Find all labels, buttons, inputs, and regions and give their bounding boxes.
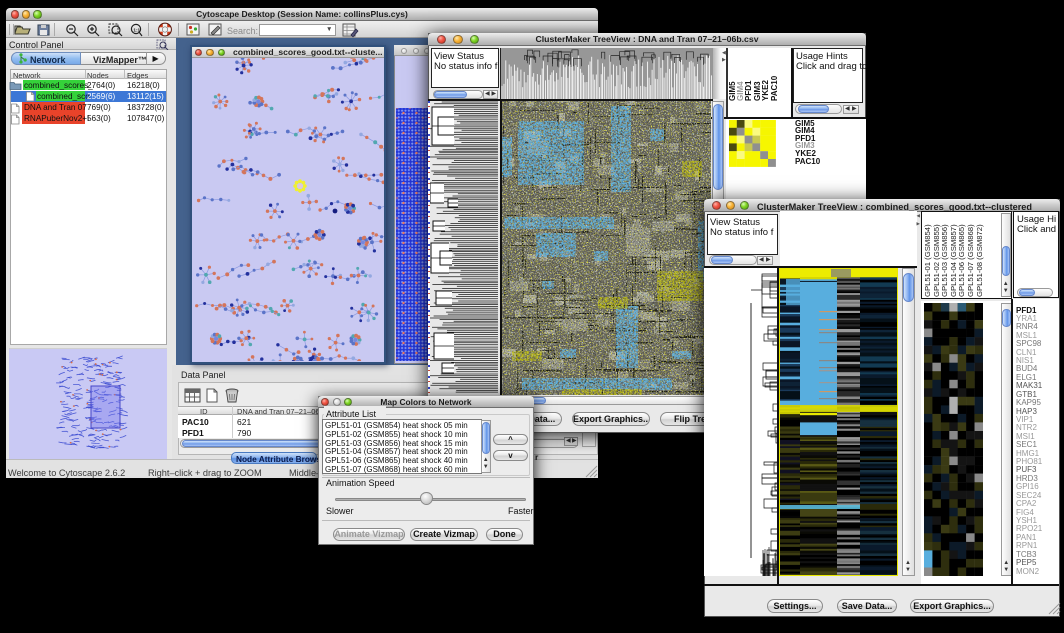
svg-text:1:1: 1:1 [133, 27, 140, 32]
